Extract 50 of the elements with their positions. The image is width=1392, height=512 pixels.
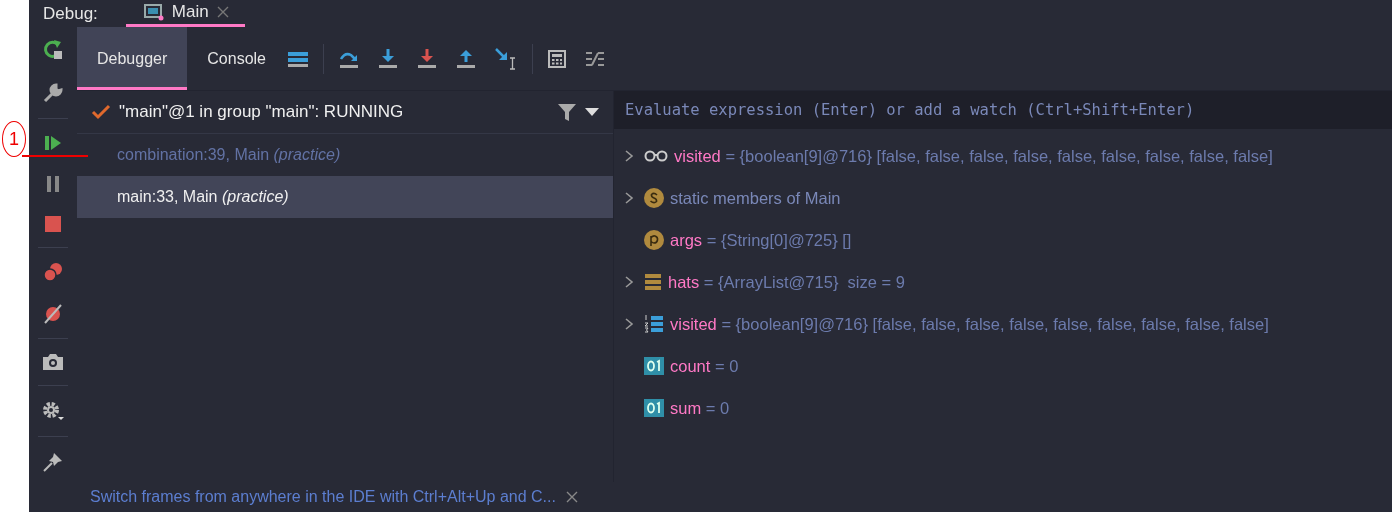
force-step-into-icon[interactable] [417,48,437,69]
calculator-icon[interactable] [548,49,566,68]
hint-text: Switch frames from anywhere in the IDE with Ctrl+Alt+Up and C... [90,488,556,506]
glasses-icon [644,149,668,163]
variable-entry[interactable]: count = 0 [670,356,739,376]
evaluate-field[interactable]: Evaluate expression (Enter) or add a watch (Ctrl+Shift+Enter) [614,91,1392,129]
filter-icon[interactable] [557,102,577,122]
run-to-cursor-icon[interactable] [495,47,517,70]
numbered-list-icon [644,314,664,334]
variable-group[interactable]: static members of Main [670,188,841,208]
breakpoints-icon[interactable] [42,262,64,282]
variable-entry[interactable]: visited = {boolean[9]@716} [false, false, false, false, false, false, false, false, false] [670,314,1269,334]
rerun-icon[interactable] [42,38,64,60]
thread-label[interactable]: "main"@1 in group "main": RUNNING [119,102,404,122]
dropdown-icon[interactable] [585,107,599,117]
stack-icon [644,273,662,291]
variable-entry[interactable]: sum = 0 [670,398,730,418]
stack-frame[interactable]: main:33, Main (practice) [77,176,613,218]
variable-entry[interactable]: args = {String[0]@725} [] [670,230,852,250]
step-into-icon[interactable] [378,48,398,69]
camera-icon[interactable] [42,353,64,371]
checkmark-icon [91,104,111,120]
step-out-icon[interactable] [456,48,476,69]
expand-icon[interactable] [624,191,634,205]
primitive-icon [644,357,664,375]
stack-frame[interactable]: combination:39, Main (practice) [77,134,613,176]
tab-label: Main [171,2,209,22]
resume-icon[interactable] [43,133,63,153]
tab[interactable]: Debugger [77,27,188,90]
static-icon [644,188,664,208]
close-icon[interactable] [216,6,229,18]
expand-icon[interactable] [624,275,634,289]
parameter-icon [644,230,664,250]
pause-icon[interactable] [45,175,61,193]
stream-trace-icon[interactable] [585,49,605,68]
variable-entry[interactable]: visited = {boolean[9]@716} [false, false, false, false, false, false, false, false, false] [674,146,1273,166]
frames-list-icon[interactable] [288,49,308,68]
annotation-line [22,155,88,157]
primitive-icon [644,399,664,417]
expand-icon[interactable] [624,149,634,163]
pin-icon[interactable] [42,451,64,473]
window-icon [143,3,164,21]
stop-icon[interactable] [44,215,62,233]
close-icon[interactable] [565,491,578,503]
panel-title: Debug: [43,3,98,24]
wrench-icon[interactable] [42,82,64,104]
variable-entry[interactable]: hats = {ArrayList@715} size = 9 [668,272,905,292]
expand-icon[interactable] [624,317,634,331]
tab[interactable]: Console [187,27,286,90]
mute-breakpoints-icon[interactable] [42,304,64,324]
